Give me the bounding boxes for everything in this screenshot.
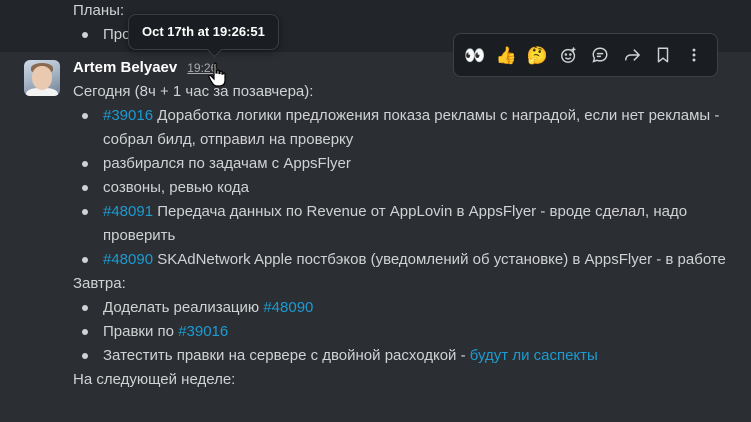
thinking-face-icon: 🤔 xyxy=(526,45,549,65)
issue-link[interactable]: #48091 xyxy=(103,203,153,220)
next-week-heading: На следующей неделе: xyxy=(73,371,236,388)
list-item-text: разбирался по задачам с AppsFlyer xyxy=(103,155,351,172)
avatar[interactable] xyxy=(24,60,60,96)
list-item: Доделать реализацию #48090 xyxy=(73,296,743,320)
more-vertical-icon xyxy=(685,46,703,64)
list-item-text: Правки по xyxy=(103,323,179,340)
issue-link[interactable]: #39016 xyxy=(103,107,153,124)
timestamp-tooltip: Oct 17th at 19:26:51 xyxy=(128,14,279,50)
thumbs-up-reaction-button[interactable]: 👍 xyxy=(491,39,520,71)
plans-heading: Планы: xyxy=(73,2,125,19)
tomorrow-heading: Завтра: xyxy=(73,275,126,292)
reply-thread-button[interactable] xyxy=(586,39,615,71)
list-item: #48090 SKAdNetwork Apple постбэков (увед… xyxy=(73,248,743,272)
message-link[interactable]: будут ли саспекты xyxy=(470,347,598,364)
list-item: Про xyxy=(73,23,130,47)
list-item-text: Затестить правки на сервере с двойной ра… xyxy=(103,347,470,364)
list-item: Затестить правки на сервере с двойной ра… xyxy=(73,344,743,368)
message-link[interactable]: #48090 xyxy=(263,299,313,316)
hand-cursor-icon xyxy=(208,62,226,87)
list-item-text: SKAdNetwork Apple постбэков (уведомлений… xyxy=(153,251,726,268)
message-link[interactable]: #39016 xyxy=(178,323,228,340)
message[interactable]: Artem Belyaev 19:26 Сегодня (8ч + 1 час … xyxy=(0,52,751,422)
list-item: #39016 Доработка логики предложения пока… xyxy=(73,104,743,152)
today-list: #39016 Доработка логики предложения пока… xyxy=(73,104,743,272)
message-actions-toolbar: 👀 👍 🤔 xyxy=(453,33,718,77)
today-heading: Сегодня (8ч + 1 час за позавчера): xyxy=(73,83,314,100)
thumbs-up-icon: 👍 xyxy=(495,45,517,65)
list-item-text: Доделать реализацию xyxy=(103,299,264,316)
thread-icon xyxy=(591,46,609,64)
bookmark-icon xyxy=(654,46,672,64)
list-item-text: Доработка логики предложения показа рекл… xyxy=(103,107,720,148)
message-list: Планы: Про Artem Belyaev 19:26 Сегодня (… xyxy=(0,0,751,422)
more-actions-button[interactable] xyxy=(680,39,709,71)
thinking-reaction-button[interactable]: 🤔 xyxy=(523,39,552,71)
message-body: Artem Belyaev 19:26 Сегодня (8ч + 1 час … xyxy=(73,56,743,392)
add-emoji-icon xyxy=(560,46,578,64)
list-item-text: Передача данных по Revenue от AppLovin в… xyxy=(103,203,688,244)
tomorrow-list: Доделать реализацию #48090 Правки по #390… xyxy=(73,296,743,368)
previous-message: Планы: Про xyxy=(73,0,130,47)
add-reaction-button[interactable] xyxy=(554,39,583,71)
eyes-reaction-button[interactable]: 👀 xyxy=(460,39,489,71)
list-item-text: созвоны, ревью кода xyxy=(103,179,249,196)
list-item: Правки по #39016 xyxy=(73,320,743,344)
forward-icon xyxy=(623,46,641,64)
list-item: #48091 Передача данных по Revenue от App… xyxy=(73,200,743,248)
issue-link[interactable]: #48090 xyxy=(103,251,153,268)
list-item: разбирался по задачам с AppsFlyer xyxy=(73,152,743,176)
eyes-icon: 👀 xyxy=(464,45,486,65)
forward-button[interactable] xyxy=(617,39,646,71)
author-name[interactable]: Artem Belyaev xyxy=(73,56,177,80)
list-item: созвоны, ревью кода xyxy=(73,176,743,200)
save-button[interactable] xyxy=(648,39,677,71)
